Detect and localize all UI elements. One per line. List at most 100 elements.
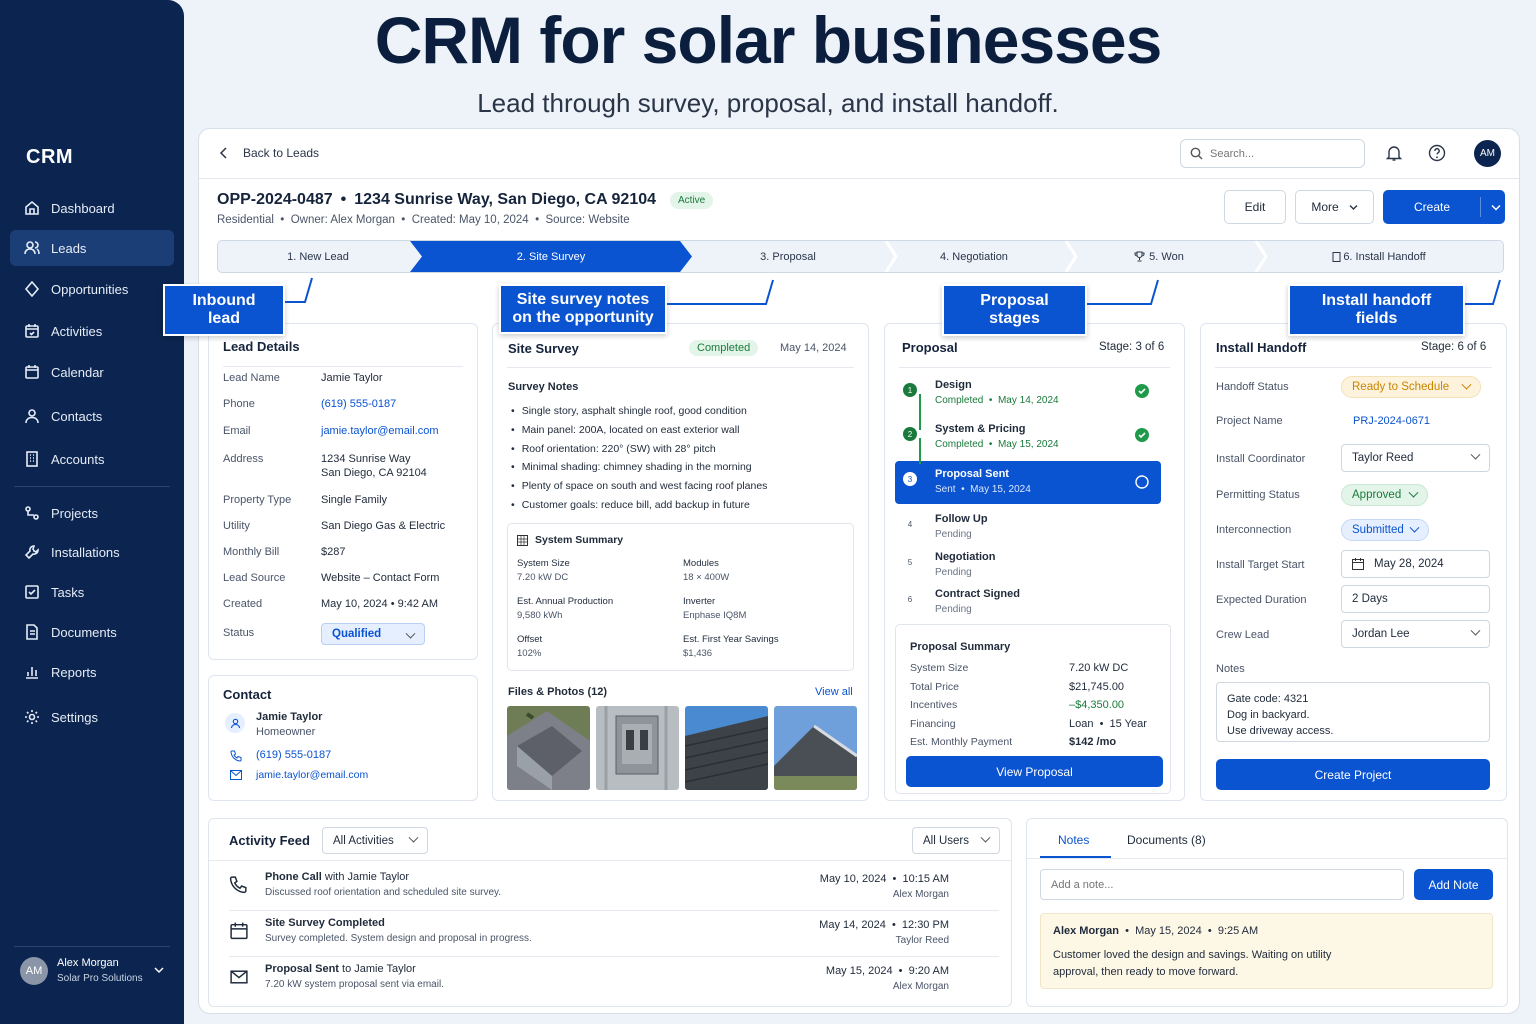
sidebar-item-settings[interactable]: Settings — [10, 699, 174, 735]
feed-item-user: Alex Morgan — [892, 889, 949, 900]
summary-value: $142 /mo — [1069, 736, 1117, 748]
calendar-icon — [1352, 558, 1364, 570]
project-name-link[interactable]: PRJ-2024-0671 — [1353, 415, 1430, 427]
summary-value: $21,745.00 — [1069, 680, 1125, 693]
sidebar-item-activities[interactable]: Activities — [10, 313, 174, 349]
sidebar-item-dashboard[interactable]: Dashboard — [10, 190, 174, 226]
contact-phone[interactable]: (619) 555-0187 — [256, 749, 331, 761]
sidebar-item-installations[interactable]: Installations — [10, 534, 174, 570]
note-date: • May 15, 2024 • 9:25 AM — [1119, 925, 1259, 937]
lead-field-value[interactable]: (619) 555-0187 — [321, 398, 396, 410]
lead-field-value: Single Family — [321, 494, 388, 506]
lead-field-value: San Diego, CA 92104 — [321, 467, 427, 479]
user-menu[interactable]: AM Alex Morgan Solar Pro Solutions — [20, 956, 170, 986]
stage-negotiation[interactable]: 4. Negotiation — [884, 241, 1064, 272]
step-connector — [919, 394, 921, 430]
lead-status-select[interactable]: Qualified — [321, 623, 425, 645]
contact-card: Contact Jamie Taylor Homeowner (619) 555… — [208, 675, 478, 801]
sidebar-item-calendar[interactable]: Calendar — [10, 354, 174, 390]
create-button[interactable]: Create — [1383, 190, 1505, 224]
system-field-value: 9,580 kWh — [517, 610, 563, 621]
sidebar-item-opportunities[interactable]: Opportunities — [10, 271, 174, 307]
view-proposal-button[interactable]: View Proposal — [906, 756, 1163, 787]
create-project-button[interactable]: Create Project — [1216, 759, 1490, 790]
search-input[interactable] — [1210, 147, 1350, 160]
handoff-field-label: Handoff Status — [1216, 381, 1289, 393]
contact-email[interactable]: jamie.taylor@email.com — [256, 769, 368, 781]
feed-item[interactable]: Phone Call with Jamie Taylor Discussed ro… — [229, 871, 1009, 911]
chevron-left-icon — [219, 147, 227, 159]
calendar-icon — [230, 922, 248, 940]
handoff-field-5[interactable]: May 28, 2024 — [1341, 550, 1490, 578]
back-link[interactable]: Back to Leads — [219, 146, 319, 160]
brand-logo: CRM — [26, 146, 74, 168]
feed-item[interactable]: Site Survey Completed Survey completed. S… — [229, 917, 1009, 957]
edit-button[interactable]: Edit — [1224, 190, 1286, 224]
tab-notes[interactable]: Notes — [1058, 833, 1089, 847]
sidebar-item-tasks[interactable]: Tasks — [10, 574, 174, 610]
feed-item-title: Proposal Sent to Jamie Taylor — [265, 963, 416, 975]
photo-roof-aerial[interactable] — [507, 706, 590, 790]
handoff-field-6[interactable]: 2 Days — [1341, 585, 1490, 613]
callout-inbound-lead: Inbound lead — [163, 284, 285, 336]
lead-field-value: Website – Contact Form — [321, 572, 440, 584]
document-icon — [26, 624, 38, 640]
chevron-down-icon[interactable] — [1491, 204, 1501, 211]
feed-item[interactable]: Proposal Sent to Jamie Taylor 7.20 kW sys… — [229, 963, 1009, 1003]
proposal-step[interactable]: 1 Design Completed • May 14, 2024 — [895, 375, 1161, 413]
opportunity-meta: Residential • Owner: Alex Morgan • Creat… — [217, 214, 630, 226]
photo-electrical-panel[interactable] — [596, 706, 679, 790]
callout-proposal-stages: Proposal stages — [942, 284, 1087, 336]
circle-icon — [1135, 475, 1149, 489]
survey-note-item: Main panel: 200A, located on east exteri… — [511, 421, 767, 440]
feed-item-date: May 10, 2024 • 10:15 AM — [819, 873, 949, 885]
sidebar-item-documents[interactable]: Documents — [10, 614, 174, 650]
wrench-icon — [24, 545, 39, 560]
search-box[interactable] — [1180, 139, 1365, 168]
proposal-step[interactable]: 2 System & Pricing Completed • May 15, 202… — [895, 419, 1161, 457]
handoff-select-0[interactable]: Ready to Schedule — [1341, 376, 1481, 398]
proposal-step[interactable]: 4 Follow Up Pending — [895, 509, 1161, 547]
handoff-notes-field[interactable]: Gate code: 4321 Dog in backyard. Use dri… — [1216, 682, 1490, 742]
email-icon — [230, 770, 242, 780]
proposal-step[interactable]: 3 Proposal Sent Sent • May 15, 2024 — [895, 461, 1161, 504]
stage-new-lead[interactable]: 1. New Lead — [218, 241, 418, 272]
handoff-field-7[interactable]: Jordan Lee — [1341, 620, 1490, 648]
photo-house-roof[interactable] — [774, 706, 857, 790]
lead-field-value[interactable]: jamie.taylor@email.com — [321, 425, 439, 437]
stage-install-handoff[interactable]: 6. Install Handoff — [1254, 241, 1503, 272]
help-icon[interactable] — [1428, 144, 1446, 162]
handoff-select-4[interactable]: Submitted — [1341, 519, 1429, 541]
feed-item-meta: May 10, 2024 • 10:15 AM Alex Morgan — [820, 871, 949, 903]
avatar[interactable]: AM — [1474, 140, 1501, 167]
add-note-input[interactable] — [1040, 869, 1404, 900]
activity-filter-select[interactable]: All Activities — [322, 827, 428, 854]
handoff-field-label: Project Name — [1216, 415, 1283, 427]
handoff-select-3[interactable]: Approved — [1341, 484, 1428, 506]
sidebar-item-projects[interactable]: Projects — [10, 495, 174, 531]
sidebar-divider — [14, 946, 170, 947]
stage-proposal[interactable]: 3. Proposal — [692, 241, 884, 272]
survey-note-item: Customer goals: reduce bill, add backup … — [511, 496, 767, 515]
add-note-button[interactable]: Add Note — [1414, 869, 1493, 900]
tab-documents[interactable]: Documents (8) — [1127, 833, 1206, 847]
bell-icon[interactable] — [1385, 144, 1403, 162]
sidebar-item-reports[interactable]: Reports — [10, 654, 174, 690]
stage-site-survey[interactable]: 2. Site Survey — [410, 241, 692, 272]
lead-field-label: Address — [223, 453, 264, 465]
handoff-field-2[interactable]: Taylor Reed — [1341, 444, 1490, 472]
feed-item-action: Phone Call — [265, 871, 322, 883]
survey-notes-list: Single story, asphalt shingle roof, good… — [511, 402, 768, 515]
sidebar-item-accounts[interactable]: Accounts — [10, 441, 174, 477]
user-filter-select[interactable]: All Users — [912, 827, 1000, 854]
stage-progress: 1. New Lead 2. Site Survey 3. Proposal 4… — [217, 240, 1504, 273]
proposal-step[interactable]: 5 Negotiation Pending — [895, 547, 1161, 585]
photo-shingle-roof[interactable] — [685, 706, 768, 790]
proposal-step[interactable]: 6 Contract Signed Pending — [895, 584, 1161, 622]
view-all-link[interactable]: View all — [815, 686, 853, 698]
note-entry: Alex Morgan • May 15, 2024 • 9:25 AM Cus… — [1040, 913, 1493, 989]
sidebar-item-leads[interactable]: Leads — [10, 230, 174, 266]
stage-won[interactable]: 5. Won — [1064, 241, 1254, 272]
more-button[interactable]: More — [1295, 190, 1374, 224]
sidebar-item-contacts[interactable]: Contacts — [10, 398, 174, 434]
